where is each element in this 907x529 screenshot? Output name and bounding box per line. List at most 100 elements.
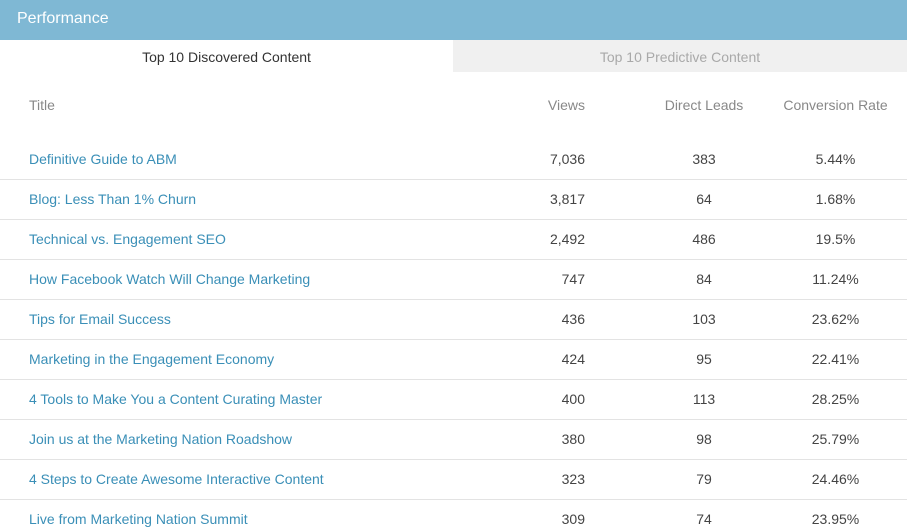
table-cell: 5.44% bbox=[771, 139, 907, 179]
row-conversion-rate: 24.46% bbox=[811, 471, 860, 487]
row-views: 7,036 bbox=[549, 150, 585, 167]
table-row: Live from Marketing Nation Summit 309 74 23… bbox=[0, 499, 907, 529]
table-cell: 98 bbox=[637, 419, 771, 459]
table-cell: 22.41% bbox=[771, 339, 907, 379]
table-cell: 113 bbox=[637, 379, 771, 419]
table-cell: 23.62% bbox=[771, 299, 907, 339]
table-cell: 74 bbox=[637, 499, 771, 529]
row-title-link[interactable]: Marketing in the Engagement Economy bbox=[29, 351, 274, 367]
row-title-link[interactable]: Tips for Email Success bbox=[29, 311, 171, 327]
table-cell: 19.5% bbox=[771, 219, 907, 259]
table-cell: 309 bbox=[497, 499, 637, 529]
column-header-conversion-rate[interactable]: Conversion Rate bbox=[771, 72, 907, 139]
table-row: 4 Tools to Make You a Content Curating M… bbox=[0, 379, 907, 419]
content-table: Title Views Direct Leads Conversion Rate… bbox=[0, 72, 907, 529]
table-cell: Join us at the Marketing Nation Roadshow bbox=[0, 419, 497, 459]
row-direct-leads: 74 bbox=[696, 511, 712, 528]
row-views: 3,817 bbox=[549, 191, 585, 207]
row-title-link[interactable]: Join us at the Marketing Nation Roadshow bbox=[29, 431, 292, 447]
table-cell: 79 bbox=[637, 459, 771, 499]
table-row: Tips for Email Success 436 103 23.62% bbox=[0, 299, 907, 339]
row-direct-leads: 383 bbox=[692, 150, 716, 167]
table-cell: Technical vs. Engagement SEO bbox=[0, 219, 497, 259]
row-conversion-rate: 19.5% bbox=[815, 231, 856, 247]
row-views: 323 bbox=[561, 471, 585, 487]
row-views: 2,492 bbox=[549, 231, 585, 247]
table-cell: 103 bbox=[637, 299, 771, 339]
row-conversion-rate: 1.68% bbox=[815, 191, 856, 207]
tab-top-discovered[interactable]: Top 10 Discovered Content bbox=[0, 40, 453, 72]
row-direct-leads: 95 bbox=[696, 351, 712, 367]
panel-title: Performance bbox=[17, 10, 109, 27]
row-title-link[interactable]: Live from Marketing Nation Summit bbox=[29, 511, 248, 527]
row-title-link[interactable]: 4 Steps to Create Awesome Interactive Co… bbox=[29, 471, 324, 487]
row-direct-leads: 103 bbox=[692, 311, 716, 327]
table-cell: 4 Tools to Make You a Content Curating M… bbox=[0, 379, 497, 419]
table-cell: 64 bbox=[637, 179, 771, 219]
row-direct-leads: 84 bbox=[696, 271, 712, 287]
table-body: Definitive Guide to ABM 7,036 383 5.44% Blog… bbox=[0, 139, 907, 529]
row-title-link[interactable]: Technical vs. Engagement SEO bbox=[29, 231, 226, 247]
table-cell: 424 bbox=[497, 339, 637, 379]
row-direct-leads: 98 bbox=[696, 431, 712, 447]
table-cell: 486 bbox=[637, 219, 771, 259]
row-direct-leads: 64 bbox=[696, 191, 712, 207]
table-cell: 23.95% bbox=[771, 499, 907, 529]
row-conversion-rate: 23.95% bbox=[811, 511, 860, 528]
table-cell: Blog: Less Than 1% Churn bbox=[0, 179, 497, 219]
row-views: 400 bbox=[561, 391, 585, 407]
table-cell: 4 Steps to Create Awesome Interactive Co… bbox=[0, 459, 497, 499]
table-cell: 95 bbox=[637, 339, 771, 379]
tab-bar: Top 10 Discovered Content Top 10 Predict… bbox=[0, 40, 907, 72]
table-cell: 28.25% bbox=[771, 379, 907, 419]
column-header-views[interactable]: Views bbox=[497, 72, 637, 139]
row-conversion-rate: 25.79% bbox=[811, 431, 860, 447]
tab-top-predictive[interactable]: Top 10 Predictive Content bbox=[453, 40, 907, 72]
table-cell: 436 bbox=[497, 299, 637, 339]
table-cell: Live from Marketing Nation Summit bbox=[0, 499, 497, 529]
row-conversion-rate: 23.62% bbox=[811, 311, 860, 327]
row-views: 309 bbox=[561, 511, 585, 528]
row-title-link[interactable]: Definitive Guide to ABM bbox=[29, 151, 177, 167]
row-title-link[interactable]: Blog: Less Than 1% Churn bbox=[29, 191, 196, 207]
table-cell: 400 bbox=[497, 379, 637, 419]
table-cell: Marketing in the Engagement Economy bbox=[0, 339, 497, 379]
table-row: Definitive Guide to ABM 7,036 383 5.44% bbox=[0, 139, 907, 179]
row-conversion-rate: 28.25% bbox=[811, 391, 860, 407]
table-cell: 1.68% bbox=[771, 179, 907, 219]
row-title-link[interactable]: 4 Tools to Make You a Content Curating M… bbox=[29, 391, 322, 407]
row-title-link[interactable]: How Facebook Watch Will Change Marketing bbox=[29, 271, 310, 287]
table-cell: 323 bbox=[497, 459, 637, 499]
row-views: 436 bbox=[561, 311, 585, 327]
row-conversion-rate: 22.41% bbox=[811, 351, 860, 367]
table-cell: 380 bbox=[497, 419, 637, 459]
row-direct-leads: 79 bbox=[696, 471, 712, 487]
table-cell: Tips for Email Success bbox=[0, 299, 497, 339]
row-direct-leads: 113 bbox=[692, 391, 716, 407]
row-views: 747 bbox=[561, 271, 585, 287]
table-cell: 2,492 bbox=[497, 219, 637, 259]
column-header-direct-leads[interactable]: Direct Leads bbox=[637, 72, 771, 139]
table-row: 4 Steps to Create Awesome Interactive Co… bbox=[0, 459, 907, 499]
table-row: How Facebook Watch Will Change Marketing… bbox=[0, 259, 907, 299]
table-cell: 3,817 bbox=[497, 179, 637, 219]
table-row: Blog: Less Than 1% Churn 3,817 64 1.68% bbox=[0, 179, 907, 219]
row-conversion-rate: 5.44% bbox=[815, 150, 856, 167]
table-cell: 383 bbox=[637, 139, 771, 179]
table-cell: Definitive Guide to ABM bbox=[0, 139, 497, 179]
row-conversion-rate: 11.24% bbox=[812, 271, 859, 287]
column-header-title[interactable]: Title bbox=[0, 72, 497, 139]
panel-header: Performance bbox=[0, 0, 907, 40]
performance-panel: Performance Top 10 Discovered Content To… bbox=[0, 0, 907, 529]
table-header-row: Title Views Direct Leads Conversion Rate bbox=[0, 72, 907, 139]
row-views: 380 bbox=[561, 431, 585, 447]
table-cell: 747 bbox=[497, 259, 637, 299]
table-cell: How Facebook Watch Will Change Marketing bbox=[0, 259, 497, 299]
table-cell: 84 bbox=[637, 259, 771, 299]
table-row: Technical vs. Engagement SEO 2,492 486 19.5… bbox=[0, 219, 907, 259]
row-direct-leads: 486 bbox=[692, 231, 716, 247]
table-cell: 25.79% bbox=[771, 419, 907, 459]
table-row: Marketing in the Engagement Economy 424 95… bbox=[0, 339, 907, 379]
table-cell: 7,036 bbox=[497, 139, 637, 179]
row-views: 424 bbox=[561, 351, 585, 367]
